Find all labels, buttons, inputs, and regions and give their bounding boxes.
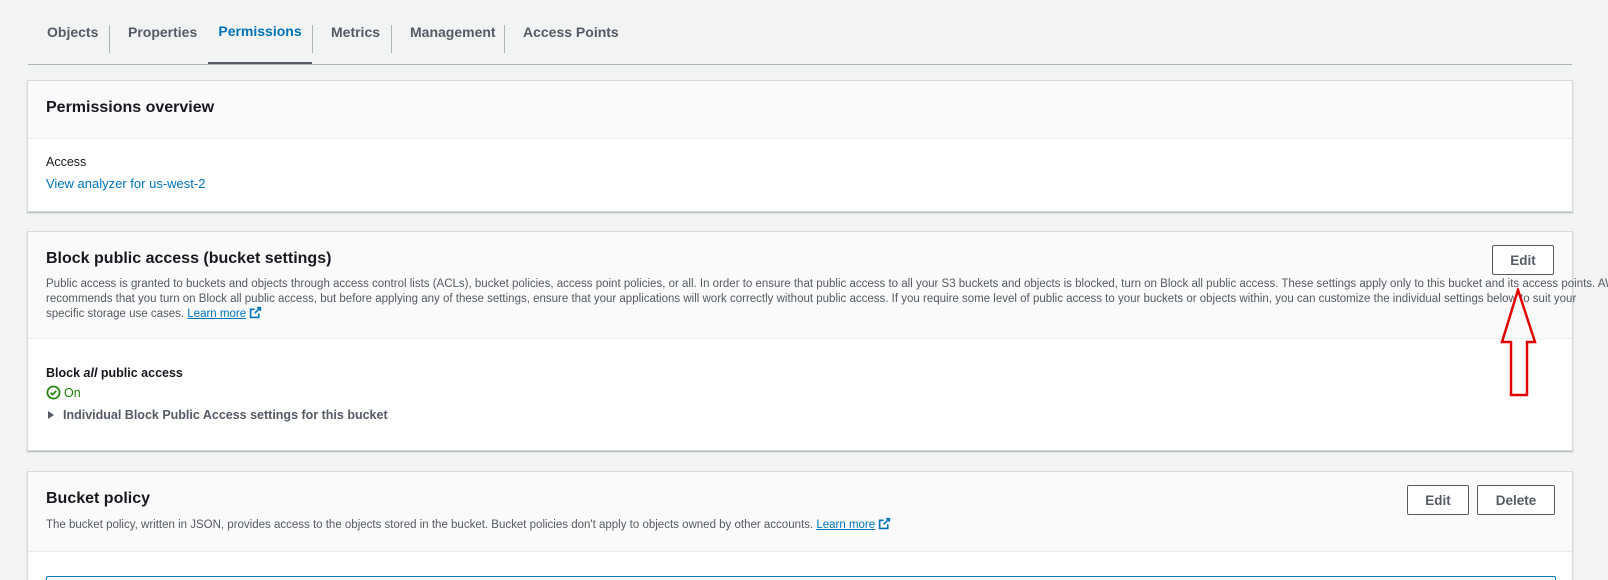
edit-button[interactable]: Edit xyxy=(1407,485,1469,515)
block-all-label: Block all public access xyxy=(46,366,183,380)
panel-header: Bucket policy Edit Delete The bucket pol… xyxy=(28,472,1572,552)
panel-header: Block public access (bucket settings) Ed… xyxy=(28,232,1608,339)
tab-properties[interactable]: Properties xyxy=(128,0,197,64)
caret-right-icon xyxy=(48,411,54,419)
tab-metrics[interactable]: Metrics xyxy=(331,0,380,64)
expander-label: Individual Block Public Access settings … xyxy=(63,408,388,422)
description-text: specific storage use cases. xyxy=(46,308,185,320)
tab-permissions[interactable]: Permissions xyxy=(208,0,312,64)
panel-title: Block public access (bucket settings) xyxy=(46,250,332,267)
individual-settings-expander[interactable]: Individual Block Public Access settings … xyxy=(46,408,388,422)
panel-description: The bucket policy, written in JSON, prov… xyxy=(46,517,891,533)
policy-editor[interactable] xyxy=(46,576,1556,580)
tab-bar: Objects Properties Permissions Metrics M… xyxy=(28,0,1572,65)
panel-title: Permissions overview xyxy=(46,99,215,116)
learn-more-link[interactable]: Learn more xyxy=(187,308,246,320)
label-text: public access xyxy=(97,366,183,380)
tab-divider xyxy=(109,25,110,53)
label-emphasis: all xyxy=(83,366,98,380)
tab-divider xyxy=(504,25,505,53)
label-text: Block xyxy=(46,366,84,380)
permissions-overview-panel: Permissions overview Access View analyze… xyxy=(27,80,1573,212)
up-arrow-annotation-icon xyxy=(1500,288,1537,397)
tab-access-points[interactable]: Access Points xyxy=(523,0,619,64)
tab-management[interactable]: Management xyxy=(410,0,496,64)
delete-button[interactable]: Delete xyxy=(1477,485,1555,515)
description-line: recommends that you turn on Block all pu… xyxy=(46,292,1577,305)
tab-divider xyxy=(312,25,313,53)
description-text: The bucket policy, written in JSON, prov… xyxy=(46,519,814,531)
status-text: On xyxy=(64,385,81,400)
bucket-policy-panel: Bucket policy Edit Delete The bucket pol… xyxy=(27,471,1573,580)
panel-title: Bucket policy xyxy=(46,490,151,507)
access-label: Access xyxy=(46,155,87,169)
tab-objects[interactable]: Objects xyxy=(47,0,98,64)
panel-description: Public access is granted to buckets and … xyxy=(46,277,1608,322)
external-link-icon xyxy=(878,517,891,530)
block-public-access-panel: Block public access (bucket settings) Ed… xyxy=(27,231,1608,451)
learn-more-link[interactable]: Learn more xyxy=(816,519,875,531)
view-analyzer-link[interactable]: View analyzer for us-west-2 xyxy=(46,176,205,191)
description-line: specific storage use cases. Learn more xyxy=(46,306,1566,322)
status-indicator: On xyxy=(46,385,81,400)
edit-button[interactable]: Edit xyxy=(1492,245,1554,275)
description-line: Public access is granted to buckets and … xyxy=(46,278,1608,290)
tab-divider xyxy=(391,25,392,53)
external-link-icon xyxy=(249,306,262,319)
check-circle-icon xyxy=(46,385,61,400)
panel-header: Permissions overview xyxy=(28,81,1572,139)
